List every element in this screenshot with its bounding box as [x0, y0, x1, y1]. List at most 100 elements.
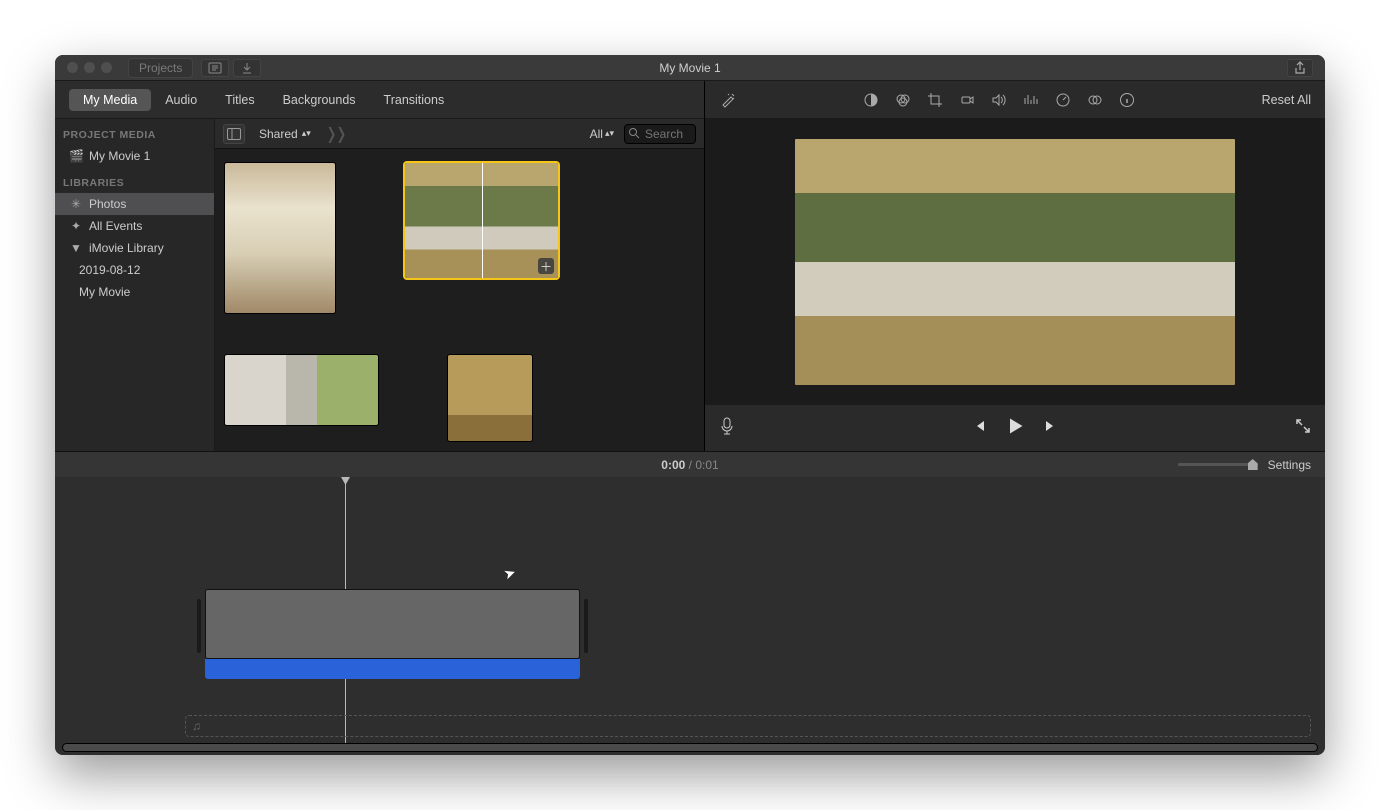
toggle-sidebar-button[interactable] — [223, 124, 245, 144]
filter-label: All — [590, 127, 603, 141]
thumbnail-grid[interactable]: ＋ — [215, 149, 704, 451]
scrollbar-thumb[interactable] — [63, 744, 1317, 751]
clip-frame — [393, 590, 486, 658]
star-icon: ✦ — [69, 219, 83, 233]
timeline-clip[interactable] — [205, 589, 580, 679]
sidebar-section-project: PROJECT MEDIA — [55, 119, 214, 145]
sidebar-item-label: My Movie — [79, 285, 130, 299]
zoom-dot[interactable] — [101, 62, 112, 73]
media-thumbnail[interactable] — [225, 355, 378, 425]
window-title: My Movie 1 — [659, 61, 720, 75]
disclosure-triangle-icon[interactable]: ▼ — [69, 241, 83, 255]
media-thumbnail-selected[interactable]: ＋ — [405, 163, 558, 278]
timecode-total: 0:01 — [695, 458, 718, 472]
media-area: Shared ▴▾ ❭ ❭ All ▴▾ — [215, 119, 704, 451]
download-button[interactable] — [233, 59, 261, 77]
volume-icon[interactable] — [990, 91, 1008, 109]
crop-icon[interactable] — [926, 91, 944, 109]
source-label: Shared — [259, 127, 298, 141]
reset-all-button[interactable]: Reset All — [1262, 93, 1311, 107]
enhance-icon[interactable] — [719, 91, 737, 109]
tab-titles[interactable]: Titles — [211, 89, 268, 111]
settings-button[interactable]: Settings — [1268, 458, 1311, 472]
music-icon: ♫ — [192, 719, 201, 733]
clip-filter-icon[interactable] — [1086, 91, 1104, 109]
timecode-display: 0:00 / 0:01 — [661, 458, 718, 472]
color-correction-icon[interactable] — [894, 91, 912, 109]
tab-my-media[interactable]: My Media — [69, 89, 151, 111]
photos-icon: ✳︎ — [69, 197, 83, 211]
share-button[interactable] — [1287, 59, 1313, 77]
sidebar-item-photos[interactable]: ✳︎ Photos — [55, 193, 214, 215]
next-frame-button[interactable] — [1043, 418, 1059, 439]
play-button[interactable] — [1005, 416, 1025, 441]
sidebar-item-project[interactable]: 🎬 My Movie 1 — [55, 145, 214, 167]
updown-icon: ▴▾ — [605, 130, 614, 137]
sidebar-item-label: Photos — [89, 197, 126, 211]
skimmer-line — [482, 163, 483, 278]
tab-transitions[interactable]: Transitions — [370, 89, 459, 111]
sidebar-item-all-events[interactable]: ✦ All Events — [55, 215, 214, 237]
upper-panes: My Media Audio Titles Backgrounds Transi… — [55, 81, 1325, 451]
breadcrumb-arrows: ❭ ❭ — [325, 124, 344, 144]
minimize-dot[interactable] — [84, 62, 95, 73]
projects-button[interactable]: Projects — [128, 58, 193, 78]
transport-controls — [971, 416, 1059, 441]
zoom-slider[interactable] — [1178, 463, 1258, 466]
updown-icon: ▴▾ — [302, 130, 311, 137]
sidebar-item-label: My Movie 1 — [89, 149, 150, 163]
browser-tabs: My Media Audio Titles Backgrounds Transi… — [55, 81, 704, 119]
titlebar-tool-group — [201, 59, 261, 77]
clip-frame — [299, 590, 392, 658]
sidebar-item-label: iMovie Library — [89, 241, 164, 255]
prev-frame-button[interactable] — [971, 418, 987, 439]
preview-area[interactable] — [705, 119, 1325, 405]
playback-bar — [705, 405, 1325, 451]
fullscreen-button[interactable] — [1295, 418, 1311, 439]
info-icon[interactable] — [1118, 91, 1136, 109]
viewer: Reset All — [705, 81, 1325, 451]
sidebar: PROJECT MEDIA 🎬 My Movie 1 LIBRARIES ✳︎ … — [55, 119, 215, 451]
add-to-timeline-button[interactable]: ＋ — [538, 258, 554, 274]
search-wrap — [624, 124, 696, 144]
sidebar-item-my-movie[interactable]: My Movie — [55, 281, 214, 303]
source-dropdown[interactable]: Shared ▴▾ — [253, 125, 317, 143]
tab-backgrounds[interactable]: Backgrounds — [269, 89, 370, 111]
speed-icon[interactable] — [1054, 91, 1072, 109]
import-media-button[interactable] — [201, 59, 229, 77]
voiceover-button[interactable] — [719, 416, 735, 441]
sidebar-item-imovie-library[interactable]: ▼ iMovie Library — [55, 237, 214, 259]
clip-frame — [206, 590, 299, 658]
sidebar-item-label: All Events — [89, 219, 142, 233]
close-dot[interactable] — [67, 62, 78, 73]
zoom-knob[interactable] — [1248, 459, 1258, 470]
noise-reduction-icon[interactable] — [1022, 91, 1040, 109]
app-window: Projects My Movie 1 My Media Audio Title… — [55, 55, 1325, 755]
media-thumbnail[interactable] — [448, 355, 532, 441]
media-browser: My Media Audio Titles Backgrounds Transi… — [55, 81, 705, 451]
preview-frame — [795, 139, 1235, 385]
window-controls[interactable] — [55, 62, 112, 73]
viewer-toolbar: Reset All — [705, 81, 1325, 119]
background-audio-lane[interactable]: ♫ — [185, 715, 1311, 737]
titlebar: Projects My Movie 1 — [55, 55, 1325, 81]
timeline-scrollbar[interactable] — [63, 744, 1317, 751]
clapper-icon: 🎬 — [69, 149, 83, 163]
clip-audio-lane[interactable] — [205, 659, 580, 679]
clip-trim-left[interactable] — [197, 599, 201, 653]
browser-body: PROJECT MEDIA 🎬 My Movie 1 LIBRARIES ✳︎ … — [55, 119, 704, 451]
clip-trim-right[interactable] — [584, 599, 588, 653]
filter-dropdown[interactable]: All ▴▾ — [590, 127, 620, 141]
stabilization-icon[interactable] — [958, 91, 976, 109]
color-balance-icon[interactable] — [862, 91, 880, 109]
clip-thumbnails — [205, 589, 580, 659]
timecode-current: 0:00 — [661, 458, 685, 472]
timeline-header: 0:00 / 0:01 Settings — [55, 451, 1325, 477]
tab-audio[interactable]: Audio — [151, 89, 211, 111]
sidebar-item-event-date[interactable]: 2019-08-12 — [55, 259, 214, 281]
media-thumbnail[interactable] — [225, 163, 335, 313]
clip-frame — [486, 590, 579, 658]
media-toolbar: Shared ▴▾ ❭ ❭ All ▴▾ — [215, 119, 704, 149]
sidebar-item-label: 2019-08-12 — [79, 263, 140, 277]
timeline[interactable]: ➤ ♫ — [55, 477, 1325, 755]
